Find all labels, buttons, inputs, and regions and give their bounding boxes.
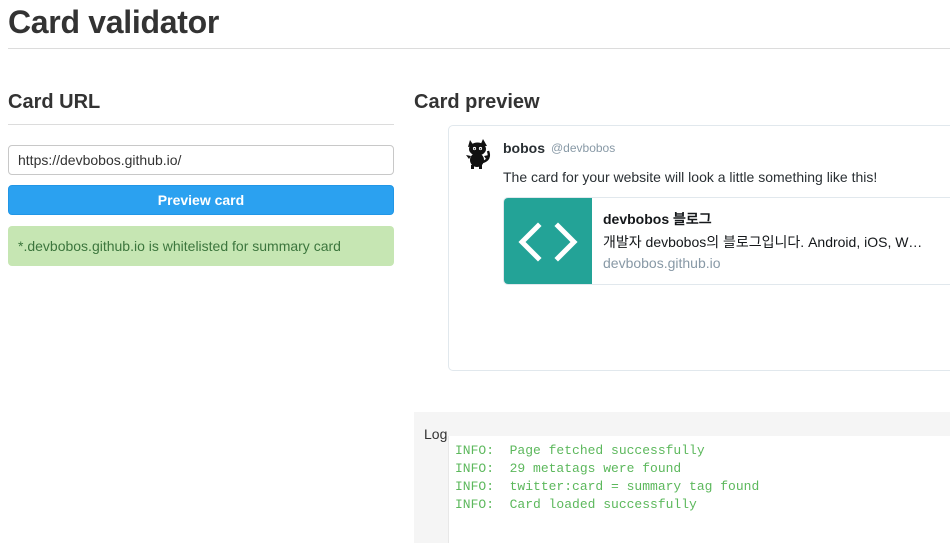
preview-card-button[interactable]: Preview card [8,185,394,215]
card-url-heading: Card URL [8,91,101,113]
log-line: INFO: Page fetched successfully [455,443,705,458]
tweet-user-name: bobos [503,140,545,156]
card-description: 개발자 devbobos의 블로그입니다. Android, iOS, We… [603,234,929,250]
title-divider [8,48,950,49]
card-domain: devbobos.github.io [603,255,721,271]
log-line: INFO: 29 metatags were found [455,461,682,476]
summary-card[interactable]: devbobos 블로그 개발자 devbobos의 블로그입니다. Andro… [503,197,950,285]
page-title: Card validator [8,4,219,40]
black-cat-avatar-icon [463,137,493,169]
tweet-user-handle: @devbobos [551,141,616,155]
card-preview-heading: Card preview [414,91,540,113]
whitelist-status-alert: *.devbobos.github.io is whitelisted for … [8,226,394,266]
card-title: devbobos 블로그 [603,211,712,227]
tweet-text: The card for your website will look a li… [503,169,878,185]
log-label: Log [424,426,448,442]
log-line: INFO: Card loaded successfully [455,497,697,512]
card-url-divider [8,124,394,125]
log-line: INFO: twitter:card = summary tag found [455,479,760,494]
code-brackets-icon [504,198,592,284]
log-output: INFO: Page fetched successfully INFO: 29… [448,436,950,543]
card-url-input[interactable] [8,145,394,175]
